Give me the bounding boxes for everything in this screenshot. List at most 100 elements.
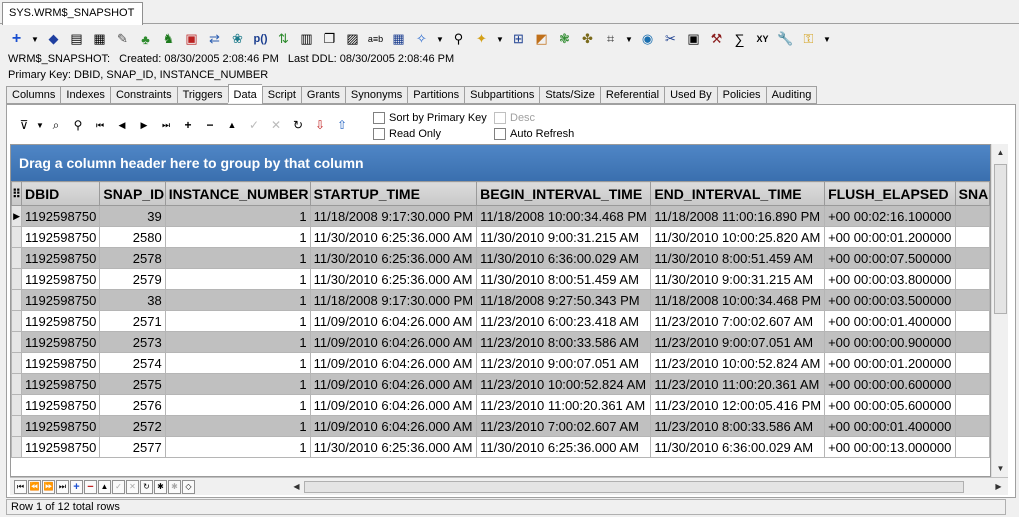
- database-icon[interactable]: ◉: [637, 29, 658, 49]
- cell-end-interval-time[interactable]: 11/30/2010 6:36:00.029 AM: [650, 436, 826, 458]
- document-tab[interactable]: SYS.WRM$_SNAPSHOT: [2, 2, 144, 25]
- table-row[interactable]: 1192598750 2572 1 11/09/2010 6:04:26.000 AM…: [11, 415, 990, 437]
- cell-startup-time[interactable]: 11/18/2008 9:17:30.000 PM: [309, 289, 478, 311]
- table-row[interactable]: 1192598750 2578 1 11/30/2010 6:25:36.000 AM…: [11, 247, 990, 269]
- cell-startup-time[interactable]: 11/30/2010 6:25:36.000 AM: [309, 268, 478, 290]
- cell-dbid[interactable]: 1192598750: [21, 373, 101, 395]
- read-only-option[interactable]: Read Only: [373, 126, 487, 142]
- cell-snap-id[interactable]: 2572: [99, 415, 166, 437]
- table-row[interactable]: 1192598750 2577 1 11/30/2010 6:25:36.000 AM…: [11, 436, 990, 458]
- wrench-icon[interactable]: 🔧: [775, 29, 796, 49]
- edit-record-icon[interactable]: ▲: [221, 116, 243, 134]
- cell-snap-id[interactable]: 2574: [99, 352, 166, 374]
- cell-sna[interactable]: [954, 205, 990, 227]
- commit-icon[interactable]: ⇩: [309, 116, 331, 134]
- cell-begin-interval-time[interactable]: 11/23/2010 10:00:52.824 AM: [476, 373, 652, 395]
- cell-end-interval-time[interactable]: 11/23/2010 9:00:07.051 AM: [650, 331, 826, 353]
- cell-snap-id[interactable]: 2575: [99, 373, 166, 395]
- cell-instance-number[interactable]: 1: [164, 205, 311, 227]
- insert-record-icon[interactable]: +: [177, 116, 199, 134]
- nav-edit-icon[interactable]: ▲: [98, 479, 111, 494]
- cell-begin-interval-time[interactable]: 11/23/2010 6:00:23.418 AM: [476, 310, 652, 332]
- tab-policies[interactable]: Policies: [716, 86, 766, 104]
- post-edit-icon[interactable]: ✓: [243, 116, 265, 134]
- nav-refresh-icon[interactable]: ↻: [140, 479, 153, 494]
- nav-first-icon[interactable]: ⏮: [14, 479, 27, 494]
- column-header-begin-interval-time[interactable]: BEGIN_INTERVAL_TIME: [476, 181, 652, 206]
- cell-dbid[interactable]: 1192598750: [21, 352, 101, 374]
- table-row[interactable]: 1192598750 2579 1 11/30/2010 6:25:36.000 AM…: [11, 268, 990, 290]
- calculator-icon[interactable]: ▦: [89, 29, 110, 49]
- cell-snap-id[interactable]: 2578: [99, 247, 166, 269]
- cell-begin-interval-time[interactable]: 11/23/2010 11:00:20.361 AM: [476, 394, 652, 416]
- cell-end-interval-time[interactable]: 11/30/2010 10:00:25.820 AM: [650, 226, 826, 248]
- nav-bookmark-icon[interactable]: ✱: [154, 479, 167, 494]
- last-record-icon[interactable]: ⏭: [155, 116, 177, 134]
- delete-record-icon[interactable]: −: [199, 116, 221, 134]
- tab-data[interactable]: Data: [227, 84, 262, 103]
- nav-insert-icon[interactable]: +: [70, 479, 83, 494]
- cell-flush-elapsed[interactable]: +00 00:00:05.600000: [824, 394, 956, 416]
- browser-icon[interactable]: ▣: [683, 29, 704, 49]
- cell-instance-number[interactable]: 1: [164, 331, 311, 353]
- table-row[interactable]: 1192598750 2571 1 11/09/2010 6:04:26.000 AM…: [11, 310, 990, 332]
- column-header-sna[interactable]: SNA: [954, 181, 990, 206]
- row-indicator[interactable]: [11, 268, 23, 290]
- table-row[interactable]: ▶ 1192598750 39 1 11/18/2008 9:17:30.000 PM 1…: [11, 205, 990, 227]
- script-icon[interactable]: ▤: [66, 29, 87, 49]
- sum-icon[interactable]: ∑: [729, 29, 750, 49]
- cell-snap-id[interactable]: 38: [99, 289, 166, 311]
- vertical-scrollbar[interactable]: ▲ ▼: [991, 144, 1008, 477]
- cell-instance-number[interactable]: 1: [164, 436, 311, 458]
- cell-flush-elapsed[interactable]: +00 00:00:01.400000: [824, 310, 956, 332]
- cell-instance-number[interactable]: 1: [164, 247, 311, 269]
- column-header-instance-number[interactable]: INSTANCE_NUMBER: [164, 181, 311, 206]
- cell-instance-number[interactable]: 1: [164, 394, 311, 416]
- cell-flush-elapsed[interactable]: +00 00:00:00.600000: [824, 373, 956, 395]
- tree-icon[interactable]: ⊞: [508, 29, 529, 49]
- grant-icon[interactable]: ♣: [135, 29, 156, 49]
- cell-instance-number[interactable]: 1: [164, 415, 311, 437]
- read-only-checkbox[interactable]: [373, 128, 385, 140]
- add-icon[interactable]: +: [6, 29, 27, 49]
- row-indicator-header[interactable]: ⠿: [11, 181, 23, 206]
- cell-sna[interactable]: [954, 310, 990, 332]
- nav-delete-icon[interactable]: −: [84, 479, 97, 494]
- row-indicator[interactable]: [11, 310, 23, 332]
- cell-end-interval-time[interactable]: 11/23/2010 10:00:52.824 AM: [650, 352, 826, 374]
- nav-prior-page-icon[interactable]: ⏪: [28, 479, 41, 494]
- sort-pk-option[interactable]: Sort by Primary Key: [373, 110, 487, 126]
- cell-end-interval-time[interactable]: 11/30/2010 8:00:51.459 AM: [650, 247, 826, 269]
- dropdown-arrow-icon[interactable]: ▼: [494, 29, 506, 49]
- cell-sna[interactable]: [954, 226, 990, 248]
- tab-synonyms[interactable]: Synonyms: [344, 86, 408, 104]
- cell-begin-interval-time[interactable]: 11/30/2010 9:00:31.215 AM: [476, 226, 652, 248]
- column-header-flush-elapsed[interactable]: FLUSH_ELAPSED: [824, 181, 956, 206]
- tab-constraints[interactable]: Constraints: [109, 86, 177, 104]
- scroll-left-icon[interactable]: ◀: [288, 478, 305, 495]
- cell-sna[interactable]: [954, 394, 990, 416]
- cell-dbid[interactable]: 1192598750: [21, 310, 101, 332]
- table-row[interactable]: 1192598750 2576 1 11/09/2010 6:04:26.000 AM…: [11, 394, 990, 416]
- cell-instance-number[interactable]: 1: [164, 310, 311, 332]
- cell-startup-time[interactable]: 11/30/2010 6:25:36.000 AM: [309, 436, 478, 458]
- cell-end-interval-time[interactable]: 11/18/2008 10:00:34.468 PM: [650, 289, 826, 311]
- cell-snap-id[interactable]: 2576: [99, 394, 166, 416]
- nav-filter-icon[interactable]: ◇: [182, 479, 195, 494]
- column-header-startup-time[interactable]: STARTUP_TIME: [309, 181, 478, 206]
- chart-icon[interactable]: ◩: [531, 29, 552, 49]
- row-indicator[interactable]: [11, 394, 23, 416]
- edit-icon[interactable]: ◆: [43, 29, 64, 49]
- cell-snap-id[interactable]: 2579: [99, 268, 166, 290]
- scroll-down-icon[interactable]: ▼: [992, 460, 1009, 477]
- cell-begin-interval-time[interactable]: 11/30/2010 6:25:36.000 AM: [476, 436, 652, 458]
- cell-end-interval-time[interactable]: 11/23/2010 11:00:20.361 AM: [650, 373, 826, 395]
- cell-flush-elapsed[interactable]: +00 00:02:16.100000: [824, 205, 956, 227]
- cell-startup-time[interactable]: 11/09/2010 6:04:26.000 AM: [309, 310, 478, 332]
- cell-dbid[interactable]: 1192598750: [21, 394, 101, 416]
- cell-snap-id[interactable]: 2577: [99, 436, 166, 458]
- cell-begin-interval-time[interactable]: 11/18/2008 10:00:34.468 PM: [476, 205, 652, 227]
- refresh-icon[interactable]: ↻: [287, 116, 309, 134]
- cell-startup-time[interactable]: 11/30/2010 6:25:36.000 AM: [309, 226, 478, 248]
- cell-sna[interactable]: [954, 247, 990, 269]
